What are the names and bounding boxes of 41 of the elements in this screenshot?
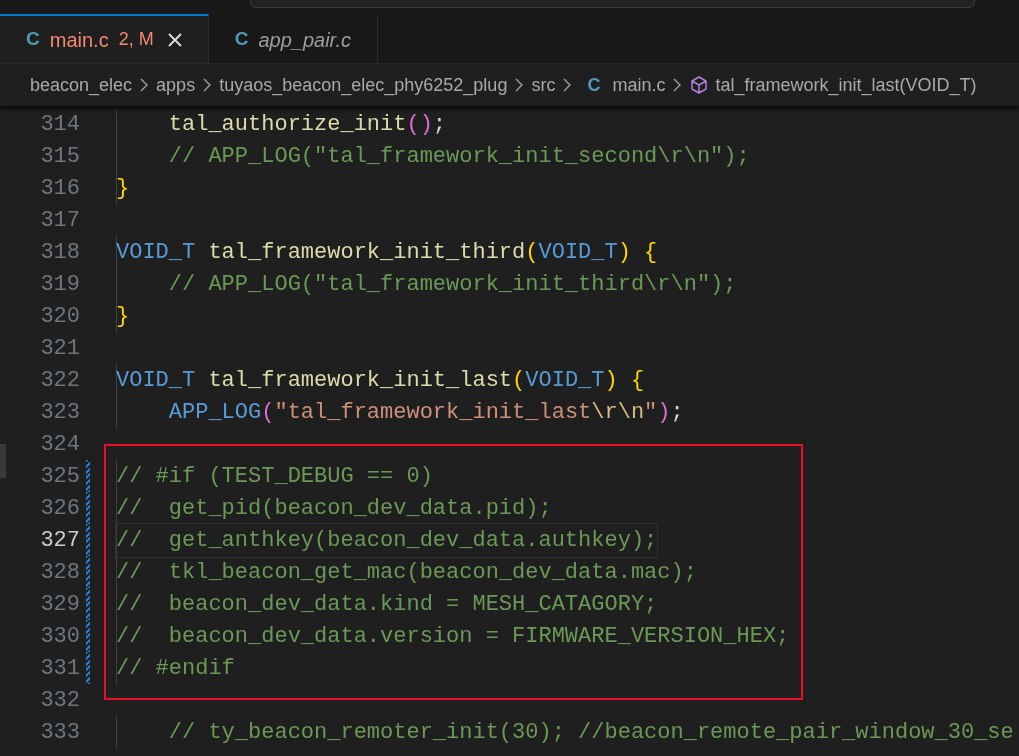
chevron-icon: [139, 78, 150, 92]
breadcrumb-item[interactable]: main.c: [612, 71, 666, 99]
line-number: 323: [40, 398, 80, 427]
line-number: 315: [40, 142, 80, 171]
cube-icon: [689, 75, 710, 95]
c-file-icon: C: [234, 25, 249, 54]
chevron-icon: [202, 78, 213, 92]
status-label: 2, M: [118, 28, 154, 51]
line-number: 328: [40, 558, 80, 587]
line-number: 314: [40, 110, 80, 139]
scroll-marker: [0, 444, 6, 478]
line-number: 332: [40, 686, 80, 715]
chevron-icon: [514, 78, 525, 92]
line-number: 321: [40, 334, 80, 363]
tab-label: main.c: [49, 27, 109, 53]
line-number: 333: [40, 718, 80, 747]
line-number: 329: [40, 590, 80, 619]
line-number: 319: [40, 270, 80, 299]
close-icon[interactable]: [167, 32, 182, 47]
line-number: 324: [40, 430, 80, 459]
c-file-icon: C: [26, 25, 40, 54]
line-number: 326: [40, 494, 80, 523]
c-file-icon: C: [587, 71, 601, 99]
line-number: 322: [40, 366, 80, 395]
line-number: 330: [40, 622, 80, 651]
breadcrumb-item[interactable]: src: [531, 71, 556, 99]
line-number: 318: [40, 238, 80, 267]
line-number: 316: [40, 174, 80, 203]
line-number: 325: [40, 462, 80, 491]
line-number: 320: [40, 302, 80, 331]
breadcrumb-item[interactable]: beacon_elec: [30, 71, 133, 99]
breadcrumb-item[interactable]: apps: [156, 71, 196, 99]
chevron-icon: [562, 78, 573, 92]
editor-tab[interactable]: C main.c 2, M: [0, 14, 209, 63]
line-number: 317: [40, 206, 80, 235]
line-number: 327: [40, 526, 80, 555]
breadcrumb-item[interactable]: tuyaos_beacon_elec_phy6252_plug: [219, 71, 508, 99]
breadcrumb-item[interactable]: tal_framework_init_last(VOID_T): [715, 71, 977, 99]
line-number: 331: [40, 654, 80, 683]
tab-label: app_pair.c: [258, 27, 352, 53]
chevron-icon: [672, 78, 683, 92]
